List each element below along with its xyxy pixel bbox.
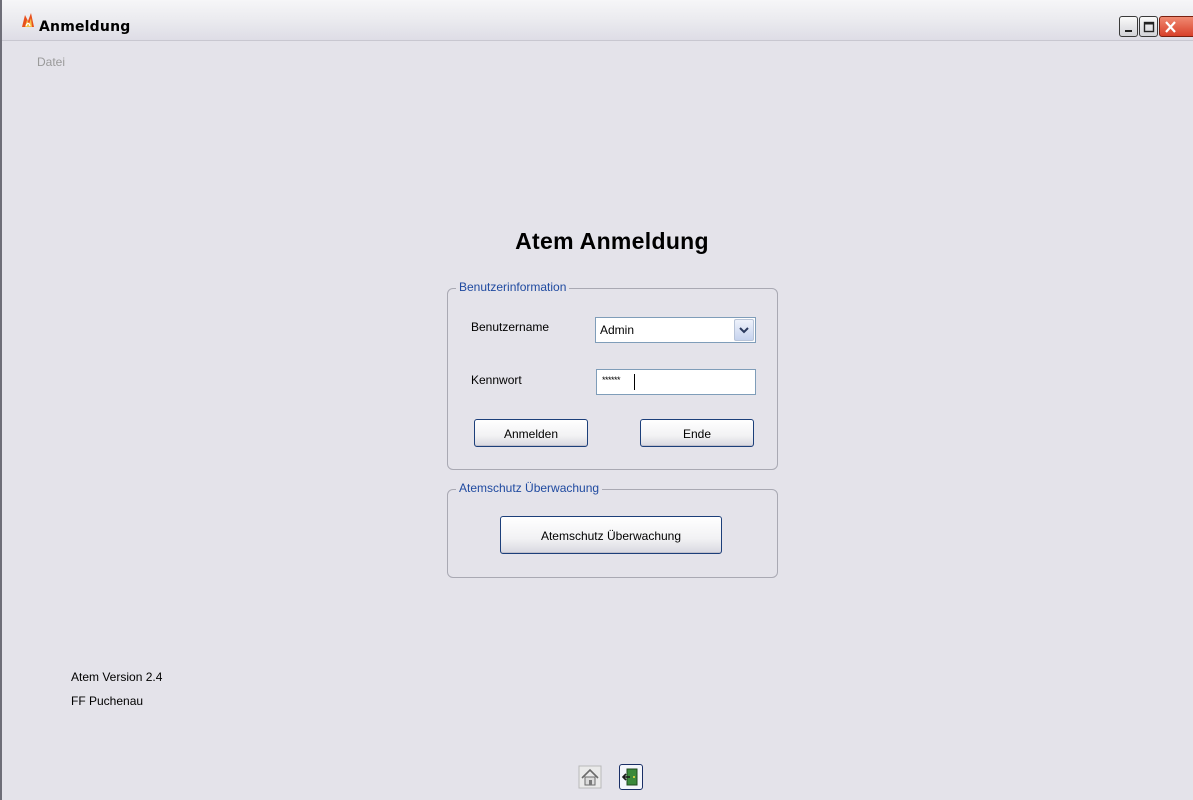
end-button[interactable]: Ende (640, 419, 754, 447)
password-value: ****** (602, 375, 621, 385)
user-info-group-label: Benutzerinformation (456, 280, 570, 294)
password-label: Kennwort (471, 373, 522, 387)
minimize-icon (1125, 30, 1132, 32)
app-window: Anmeldung Datei Atem Anmeldung Benutzeri… (0, 0, 1193, 800)
chevron-down-icon (739, 327, 749, 334)
username-value: Admin (600, 323, 635, 337)
organization-text: FF Puchenau (71, 694, 144, 708)
username-label: Benutzername (471, 320, 550, 334)
username-select[interactable]: Admin (595, 317, 756, 343)
maximize-button[interactable] (1139, 16, 1158, 37)
app-flame-icon (20, 12, 36, 28)
exit-door-icon (621, 768, 638, 786)
menu-datei[interactable]: Datei (37, 55, 65, 69)
version-text: Atem Version 2.4 (71, 670, 163, 684)
breathing-monitor-button[interactable]: Atemschutz Überwachung (500, 516, 722, 554)
text-caret (634, 374, 635, 390)
close-icon (1165, 21, 1176, 33)
exit-button[interactable] (619, 764, 643, 790)
password-field[interactable]: ****** (596, 369, 756, 395)
home-icon (578, 765, 602, 789)
maximize-icon (1143, 21, 1155, 33)
login-heading: Atem Anmeldung (515, 228, 709, 254)
menu-bar: Datei (37, 53, 65, 71)
window-title: Anmeldung (39, 19, 131, 35)
monitor-group-label: Atemschutz Überwachung (456, 481, 603, 495)
close-button[interactable] (1159, 16, 1193, 37)
login-button[interactable]: Anmelden (474, 419, 588, 447)
minimize-button[interactable] (1119, 16, 1138, 37)
dropdown-button[interactable] (734, 319, 754, 341)
title-bar[interactable]: Anmeldung (2, 0, 1193, 41)
home-button[interactable] (578, 764, 602, 790)
